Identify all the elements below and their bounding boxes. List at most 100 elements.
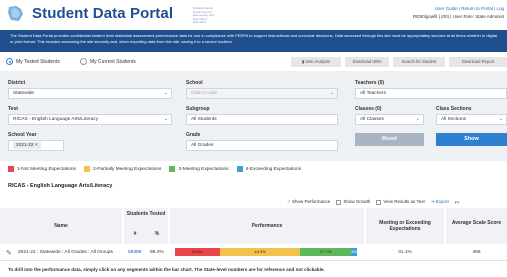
show-performance-option[interactable]: ✓ Show Performance	[287, 199, 330, 205]
item-analysis-button[interactable]: ▮ Item Analysis	[291, 57, 341, 67]
test-label: Test	[8, 106, 18, 112]
performance-legend: 1-Not Meeting Expectations 2-Partially M…	[8, 164, 309, 174]
subgroup-label: Subgroup	[186, 106, 210, 112]
radio-current-label: My Current Students	[90, 58, 136, 65]
col-header-name: Name	[0, 208, 122, 244]
test-select[interactable]: RICAS - English Language Arts/Literacy ⌄	[8, 114, 172, 125]
download-report-button[interactable]: Download Report	[449, 57, 507, 67]
row-student-pct: 98.4%	[150, 250, 164, 255]
class-sections-select[interactable]: All Sections ⌄	[436, 114, 507, 125]
filter-panel: District Statewide ⌄ Test RICAS - Englis…	[0, 71, 507, 161]
app-title: Student Data Portal	[32, 5, 174, 22]
export-label: Export	[435, 199, 449, 204]
radio-selected-icon	[6, 58, 13, 65]
row-average-scale-score: 488	[472, 250, 481, 255]
toolbar: My Tested Students My Current Students ▮…	[0, 55, 507, 69]
segment-meeting[interactable]: 27.7%	[300, 248, 351, 256]
radio-unselected-icon	[80, 58, 87, 65]
user-role-info: RIDE\lgowfil | (00) | User Role: State A…	[412, 14, 504, 19]
legend-swatch	[169, 166, 176, 172]
subgroup-select[interactable]: All Students	[186, 114, 338, 125]
legend-label: 3-Meeting Expectations	[178, 166, 229, 172]
download-isrs-button[interactable]: Download ISRs	[345, 57, 389, 67]
search-student-button[interactable]: Search for Student	[393, 57, 445, 67]
checkmark-icon: ✓	[287, 199, 291, 204]
school-year-chip: 2021-22 ×	[13, 142, 41, 149]
show-growth-option[interactable]: Show Growth	[336, 199, 371, 205]
show-performance-label: Show Performance	[292, 199, 331, 204]
export-icon: ⇥	[430, 199, 435, 204]
legend-item-meeting: 3-Meeting Expectations	[169, 166, 229, 172]
col-header-average-scale-score: Average Scale Score	[446, 208, 507, 244]
district-value: Statewide	[13, 91, 35, 96]
legend-label: 1-Not Meeting Expectations	[17, 166, 76, 172]
class-sections-label: Class Sections	[436, 106, 472, 112]
state-logo-icon	[8, 6, 23, 21]
checkbox-icon	[336, 199, 342, 205]
district-select[interactable]: Statewide ⌄	[8, 88, 172, 99]
school-select[interactable]: District-wide ⌄	[186, 88, 338, 99]
legend-swatch	[236, 166, 243, 172]
school-label: School	[186, 80, 203, 86]
performance-bar-track: 24.6% 44.3% 27.7% 3%	[175, 244, 357, 261]
app-header: Student Data Portal Massachusetts Depart…	[0, 0, 507, 28]
chevron-down-icon: ⌄	[163, 116, 168, 122]
legend-item-not-meeting: 1-Not Meeting Expectations	[8, 166, 76, 172]
chevron-down-icon: ⌄	[498, 116, 503, 122]
show-button[interactable]: Show	[436, 133, 507, 146]
subgroup-value: All Students	[191, 117, 217, 122]
teachers-label: Teachers (0)	[355, 80, 385, 86]
table-row: ✎ 2021-22 : Statewide : All Grades : All…	[0, 244, 507, 261]
print-link[interactable]: Pr	[455, 200, 460, 205]
export-link[interactable]: ⇥ Export	[431, 199, 449, 205]
class-sections-value: All Sections	[441, 117, 467, 122]
radio-my-tested-students[interactable]: My Tested Students	[6, 58, 60, 65]
radio-my-current-students[interactable]: My Current Students	[80, 58, 136, 65]
results-table: Name Students Tested # % Performance Mee…	[0, 208, 507, 263]
grade-select[interactable]: All Grades	[186, 140, 338, 151]
district-label: District	[8, 80, 26, 86]
legend-item-exceeding: 4-Exceeding Expectations	[236, 166, 302, 172]
legend-label: 4-Exceeding Expectations	[245, 166, 302, 172]
col-header-count: #	[133, 231, 137, 237]
display-options: ✓ Show Performance Show Growth View Resu…	[287, 199, 459, 205]
show-growth-label: Show Growth	[343, 199, 371, 205]
view-as-text-label: View Results as Text	[383, 199, 425, 205]
segment-exceeding[interactable]: 3%	[350, 248, 357, 256]
chevron-down-icon: ⌄	[415, 116, 420, 122]
item-analysis-label: Item Analysis	[305, 59, 331, 64]
row-name: 2021-22 : Statewide : All Grades : All G…	[18, 249, 113, 255]
chevron-down-icon: ⌄	[163, 90, 168, 96]
school-year-select[interactable]: 2021-22 ×	[8, 140, 64, 151]
grade-value: All Grades	[191, 143, 214, 148]
classes-select[interactable]: All Classes ⌄	[355, 114, 424, 125]
print-label: Pr	[454, 199, 460, 205]
header-links[interactable]: User Guide | Return to Portal | Log	[435, 6, 504, 11]
confidentiality-banner: The Student Data Portal provides confide…	[0, 30, 507, 52]
remove-chip-icon[interactable]: ×	[35, 143, 38, 148]
segment-partially-meeting[interactable]: 44.3%	[219, 248, 301, 256]
teachers-value: All Teachers	[360, 91, 387, 96]
drill-icon[interactable]: ✎	[6, 244, 14, 261]
state-agency-name: Massachusetts Department of Elementary a…	[193, 6, 215, 25]
drill-instructions: To drill into the performance data, simp…	[8, 267, 325, 272]
classes-value: All Classes	[360, 117, 384, 122]
row-student-count[interactable]: 59399	[128, 244, 148, 261]
test-value: RICAS - English Language Arts/Literacy	[13, 117, 99, 122]
performance-bar: 24.6% 44.3% 27.7% 3%	[175, 244, 357, 261]
reset-button[interactable]: Reset	[355, 133, 424, 146]
students-tested-label: Students Tested	[126, 211, 166, 217]
col-header-pct: %	[154, 231, 160, 237]
school-year-value: 2021-22	[16, 143, 34, 148]
school-value: District-wide	[191, 91, 218, 96]
school-year-label: School Year	[8, 132, 37, 138]
legend-label: 2-Partially Meeting Expectations	[92, 166, 162, 172]
classes-label: Classes (0)	[355, 106, 382, 112]
grade-label: Grade	[186, 132, 201, 138]
teachers-select[interactable]: All Teachers	[355, 88, 507, 99]
subject-title: RICAS - English Language Arts/Literacy	[8, 183, 113, 189]
legend-swatch	[83, 166, 90, 172]
radio-tested-label: My Tested Students	[16, 58, 60, 65]
view-as-text-option[interactable]: View Results as Text	[376, 199, 425, 205]
segment-not-meeting[interactable]: 24.6%	[175, 248, 220, 256]
